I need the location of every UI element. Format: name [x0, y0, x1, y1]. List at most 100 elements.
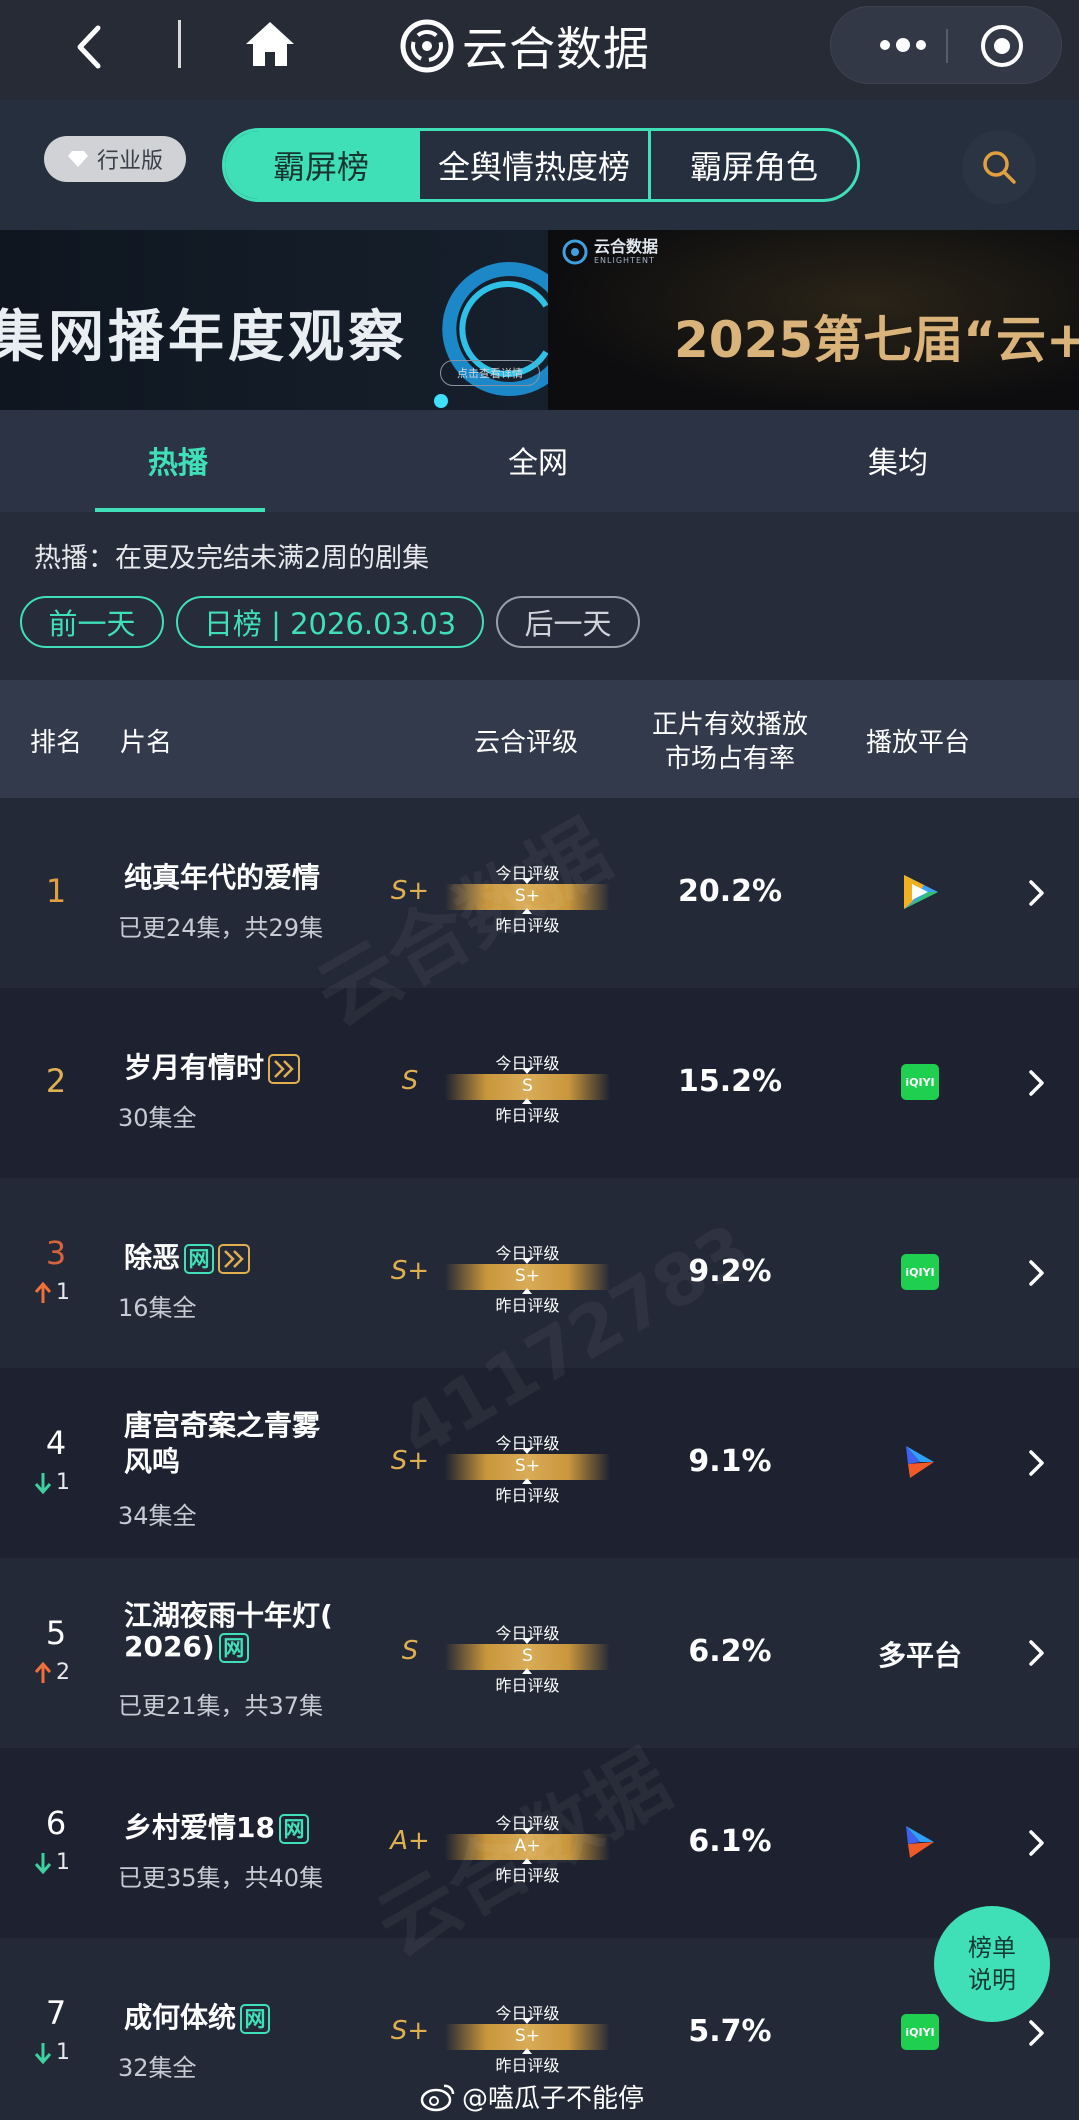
grade-label: S+: [390, 1256, 430, 1286]
banner-carousel[interactable]: 集网播年度观察 点击查看详情 云合数据 ENLIGHTENT 2025第七届“云…: [0, 230, 1079, 410]
edition-label: 行业版: [96, 149, 163, 174]
drama-title-text: 除恶: [124, 1241, 181, 1274]
col-name: 片名: [120, 728, 173, 758]
drama-title[interactable]: 除恶网: [124, 1236, 251, 1276]
edition-badge[interactable]: 行业版: [44, 136, 186, 182]
rank-number: 3: [45, 1234, 67, 1272]
episode-info: 已更21集，共37集: [118, 1692, 324, 1720]
banner-cta[interactable]: 点击查看详情: [440, 360, 540, 386]
table-row[interactable]: 5 2 江湖夜雨十年灯(2026) 网已更21集，共37集 S 今日评级 S 昨日评级 6.2%…: [0, 1558, 1079, 1748]
banner-left-title: 集网播年度观察: [0, 305, 408, 370]
banner-slide-left[interactable]: 集网播年度观察 点击查看详情: [0, 230, 564, 410]
home-icon[interactable]: [244, 20, 296, 68]
app-title: 云合数据: [462, 22, 650, 76]
banner-logo: 云合数据 ENLIGHTENT: [562, 238, 658, 265]
col-grade: 云合评级: [474, 728, 579, 758]
platform: iQIYI: [880, 1052, 960, 1112]
col-rank: 排名: [30, 728, 83, 758]
grade-bar: S+: [445, 2024, 610, 2050]
miniapp-capsule: [830, 6, 1062, 84]
platform: [880, 1432, 960, 1492]
rank-up-arrow-icon: [34, 1661, 52, 1683]
grade-bar-value: S+: [514, 1456, 541, 1476]
tab-jijun[interactable]: 集均: [868, 438, 928, 482]
more-dots-icon[interactable]: [873, 27, 933, 63]
grade-gauge: 今日评级 S 昨日评级: [445, 1620, 610, 1695]
online-exclusive-tag: 网: [240, 2004, 271, 2034]
drama-title-cont[interactable]: 2026) 网: [124, 1630, 249, 1663]
episode-info: 30集全: [118, 1104, 197, 1132]
iqiyi-icon: iQIYI: [901, 1064, 939, 1100]
drama-title-text: 成何体统: [124, 2001, 237, 2034]
table-row[interactable]: 2 岁月有情时 30集全 S 今日评级 S 昨日评级 15.2% iQIYI: [0, 988, 1079, 1178]
rank-change-value: 1: [56, 1470, 70, 1495]
drama-title[interactable]: 纯真年代的爱情: [124, 856, 320, 896]
youku-icon: [906, 1826, 934, 1858]
drama-title[interactable]: 江湖夜雨十年灯(: [124, 1594, 333, 1634]
rank-change-value: 1: [56, 1850, 70, 1875]
grade-label: S+: [390, 2016, 430, 2046]
grade-bar-value: S+: [514, 2026, 541, 2046]
chevron-right-icon[interactable]: [1026, 1828, 1048, 1858]
search-button[interactable]: [962, 130, 1036, 204]
yesterday-grade-label: 昨日评级: [495, 1106, 560, 1125]
nav-title-group: 云合数据: [400, 14, 650, 78]
grade-bar-value: S: [522, 1076, 533, 1096]
rank-change: 1: [34, 1850, 70, 1875]
weibo-icon: [420, 2084, 455, 2111]
float-button-line1: 榜单: [968, 1934, 1016, 1962]
chevron-right-icon[interactable]: [1026, 1638, 1048, 1668]
yesterday-grade-label: 昨日评级: [495, 1676, 560, 1695]
drama-title-line2: 2026): [124, 1630, 215, 1663]
col-share-line2: 市场占有率: [664, 744, 795, 774]
prev-day-button[interactable]: 前一天: [20, 596, 164, 648]
drama-title-line1: 唐宫奇案之青雾: [124, 1409, 321, 1442]
float-button-line2: 说明: [968, 1966, 1016, 1994]
episode-info: 32集全: [118, 2054, 197, 2082]
grade-gauge: 今日评级 S+ 昨日评级: [445, 2000, 610, 2075]
chevron-right-icon[interactable]: [1026, 1258, 1048, 1288]
chevron-left-icon[interactable]: [66, 22, 116, 72]
ranking-explanation-button[interactable]: 榜单 说明: [934, 1906, 1050, 2022]
chevron-right-icon[interactable]: [1026, 1068, 1048, 1098]
rank-number: 7: [45, 1994, 67, 2032]
chevron-right-icon[interactable]: [1026, 2018, 1048, 2048]
yunhe-logo-icon: [400, 19, 454, 73]
rank-change: 1: [34, 2040, 70, 2065]
tab-bapingbang[interactable]: 霸屏榜: [225, 131, 417, 199]
yesterday-grade-label: 昨日评级: [495, 1486, 560, 1505]
episode-info: 16集全: [118, 1294, 197, 1322]
drama-title-line2: 风鸣: [124, 1445, 181, 1478]
chevron-right-icon[interactable]: [1026, 878, 1048, 908]
market-share: 20.2%: [677, 874, 783, 909]
episode-info: 已更35集，共40集: [118, 1864, 324, 1892]
market-share: 6.2%: [688, 1634, 772, 1669]
chevron-right-icon[interactable]: [1026, 1448, 1048, 1478]
drama-title[interactable]: 乡村爱情18 网: [124, 1806, 309, 1846]
drama-title[interactable]: 成何体统网: [124, 1996, 271, 2036]
drama-title[interactable]: 唐宫奇案之青雾: [124, 1404, 320, 1444]
drama-title-cont[interactable]: 风鸣: [124, 1440, 180, 1480]
iqiyi-icon: iQIYI: [901, 2014, 939, 2050]
target-icon[interactable]: [979, 23, 1025, 69]
yunhe-logo-icon: [562, 239, 588, 264]
tab-rebo[interactable]: 热播: [148, 438, 208, 482]
platform: iQIYI: [880, 2002, 960, 2062]
current-date-selector[interactable]: 日榜 | 2026.03.03: [176, 596, 484, 648]
platform-multi: 多平台: [877, 1639, 962, 1672]
weibo-watermark: @嗑瓜子不能停: [420, 2078, 644, 2115]
banner-logo-text: 云合数据: [594, 237, 659, 256]
online-exclusive-tag: 网: [278, 1814, 309, 1844]
tab-quanwang[interactable]: 全网: [508, 438, 568, 482]
banner-logo-subtext: ENLIGHTENT: [594, 256, 655, 265]
banner-slide-right[interactable]: 云合数据 ENLIGHTENT 2025第七届“云+: [548, 230, 1079, 410]
drama-title[interactable]: 岁月有情时: [124, 1046, 301, 1086]
rank-down-arrow-icon: [34, 2042, 52, 2064]
tab-quanyuqing[interactable]: 全舆情热度榜: [417, 131, 651, 199]
next-day-button[interactable]: 后一天: [496, 596, 640, 648]
tencent-video-icon: [904, 875, 938, 909]
rank-up-arrow-icon: [34, 1281, 52, 1303]
tab-bapingjuese[interactable]: 霸屏角色: [651, 131, 857, 199]
top-nav-bar: 云合数据: [0, 0, 1079, 100]
grade-bar-value: S+: [514, 1266, 541, 1286]
